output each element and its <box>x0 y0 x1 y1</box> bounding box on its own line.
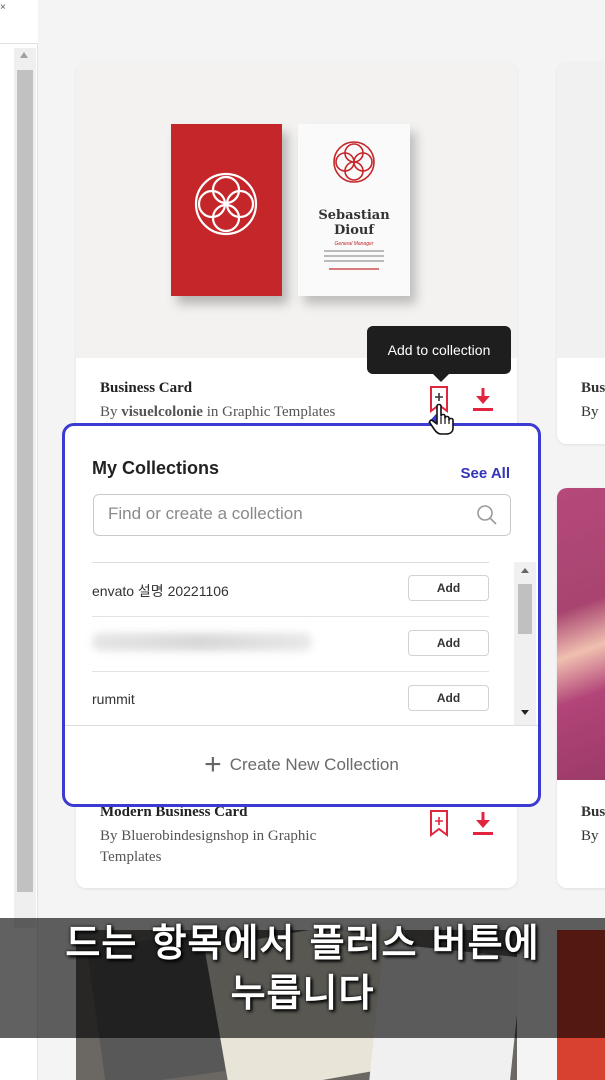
collections-popup: My Collections See All envato 설명 2022110… <box>62 423 541 807</box>
card-author: By <box>581 404 599 420</box>
add-button[interactable]: Add <box>408 575 489 601</box>
create-new-collection-button[interactable]: + Create New Collection <box>65 726 538 804</box>
collection-name: envato 설명 20221106 <box>92 583 229 599</box>
business-card-back: Sebastian Diouf General Manager <box>298 124 410 296</box>
subtitle-line: 드는 항목에서 플러스 버튼에 <box>65 921 540 965</box>
tooltip: Add to collection <box>367 326 511 382</box>
subtitle-line: 누릅니다 <box>230 971 375 1015</box>
collections-list: envato 설명 20221106 Add Add rummit Add <box>65 562 538 725</box>
close-icon[interactable]: × <box>0 2 6 13</box>
card-thumbnail[interactable] <box>557 488 605 780</box>
author-link[interactable]: visuelcolonie <box>121 404 203 420</box>
mockup-role: General Manager <box>334 241 374 247</box>
collection-row[interactable]: envato 설명 20221106 Add <box>92 562 489 617</box>
card-author: By visuelcolonie in Graphic Templates <box>100 402 335 423</box>
author-line[interactable]: Templates <box>100 847 316 868</box>
collection-search-input[interactable] <box>94 495 454 533</box>
card-thumbnail[interactable]: Sebastian Diouf General Manager <box>76 62 517 358</box>
mockup-name: Sebastian Diouf <box>318 208 390 238</box>
collection-row[interactable]: rummit Add <box>92 672 489 727</box>
author-line[interactable]: By Bluerobindesignshop in Graphic <box>100 826 316 847</box>
collection-name: rummit <box>92 691 135 707</box>
card-title[interactable]: Business Card <box>100 380 192 397</box>
see-all-link[interactable]: See All <box>461 465 510 482</box>
create-new-label: Create New Collection <box>229 755 399 774</box>
card-title[interactable]: Bus <box>581 380 605 397</box>
card-author: By <box>581 828 599 844</box>
scroll-down-arrow[interactable] <box>521 710 529 715</box>
collection-row[interactable]: Add <box>92 617 489 672</box>
author-prefix: By <box>100 404 122 420</box>
divider <box>324 255 384 257</box>
popup-title: My Collections <box>92 458 220 478</box>
add-to-collection-icon[interactable] <box>429 809 449 837</box>
add-button[interactable]: Add <box>408 630 489 656</box>
scrollbar-thumb[interactable] <box>518 584 532 634</box>
left-panel-header: × <box>0 0 38 44</box>
subtitle-overlay: 드는 항목에서 플러스 버튼에 누릅니다 <box>0 918 605 1038</box>
download-icon[interactable] <box>471 386 495 414</box>
rose-logo-icon <box>333 141 375 183</box>
card-author: By Bluerobindesignshop in Graphic Templa… <box>100 826 316 868</box>
download-icon[interactable] <box>471 810 495 838</box>
item-card[interactable]: Bus By <box>557 488 605 888</box>
divider <box>329 268 379 270</box>
card-thumbnail[interactable] <box>557 62 605 358</box>
hand-cursor-icon <box>428 403 454 435</box>
card-title[interactable]: Bus <box>581 804 605 821</box>
left-scrollbar[interactable] <box>14 48 36 928</box>
scroll-up-arrow[interactable] <box>20 52 28 58</box>
collection-search[interactable] <box>93 494 511 536</box>
divider <box>324 250 384 252</box>
rose-logo-icon <box>194 172 258 236</box>
list-scrollbar[interactable] <box>514 562 536 725</box>
add-button[interactable]: Add <box>408 685 489 711</box>
plus-icon: + <box>204 748 222 781</box>
item-card[interactable]: Bus By <box>557 62 605 444</box>
blurred-collection-name <box>92 633 312 651</box>
scroll-up-arrow[interactable] <box>521 568 529 573</box>
divider <box>324 260 384 262</box>
scrollbar-thumb[interactable] <box>17 70 33 892</box>
search-icon[interactable] <box>476 504 498 526</box>
business-card-front <box>171 124 282 296</box>
author-category[interactable]: in Graphic Templates <box>203 404 336 420</box>
item-card[interactable]: Sebastian Diouf General Manager Business… <box>76 62 517 434</box>
